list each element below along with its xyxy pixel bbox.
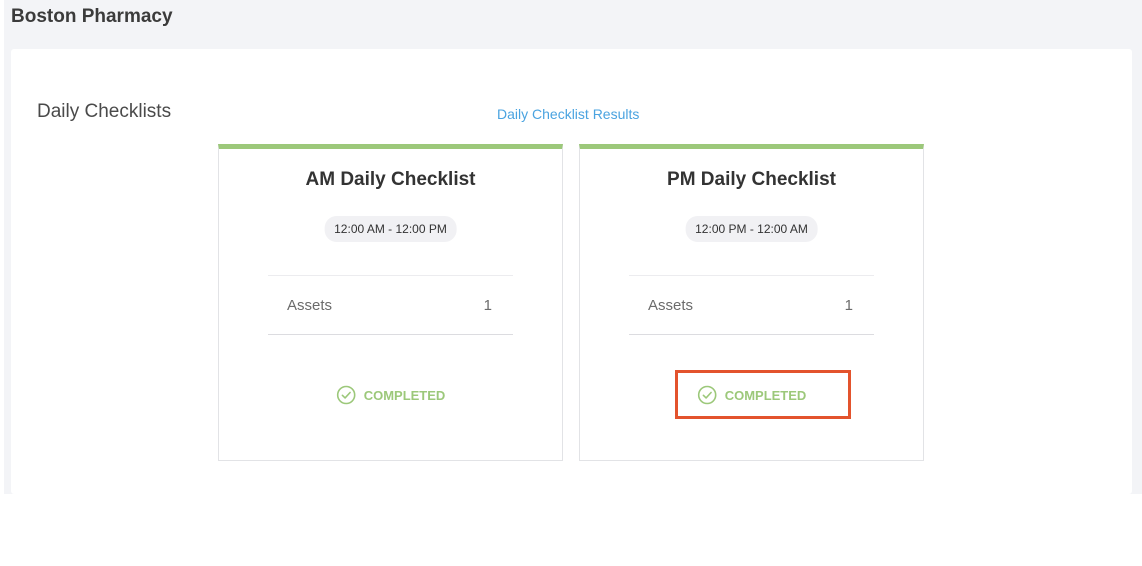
card-title: AM Daily Checklist (305, 169, 476, 190)
daily-checklist-results-link[interactable]: Daily Checklist Results (497, 106, 639, 122)
completed-status: COMPLETED (336, 385, 446, 405)
time-range-badge: 12:00 PM - 12:00 AM (685, 216, 818, 242)
assets-label: Assets (648, 297, 694, 314)
assets-count: 1 (844, 297, 853, 314)
status-label: COMPLETED (363, 387, 446, 403)
highlight-annotation (675, 370, 851, 419)
store-name: Boston Pharmacy (11, 6, 173, 27)
check-circle-icon (336, 385, 355, 405)
checklists-panel: Daily Checklists Daily Checklist Results… (11, 49, 1132, 494)
time-range-badge: 12:00 AM - 12:00 PM (324, 216, 457, 242)
assets-label: Assets (287, 297, 333, 314)
card-title: PM Daily Checklist (667, 169, 836, 190)
am-checklist-card[interactable]: AM Daily Checklist 12:00 AM - 12:00 PM A… (218, 144, 563, 461)
assets-count: 1 (483, 297, 492, 314)
assets-row: Assets 1 (268, 275, 513, 335)
section-title: Daily Checklists (37, 101, 172, 122)
assets-row: Assets 1 (629, 275, 874, 335)
page-background: Boston Pharmacy Daily Checklists Daily C… (4, 0, 1142, 494)
